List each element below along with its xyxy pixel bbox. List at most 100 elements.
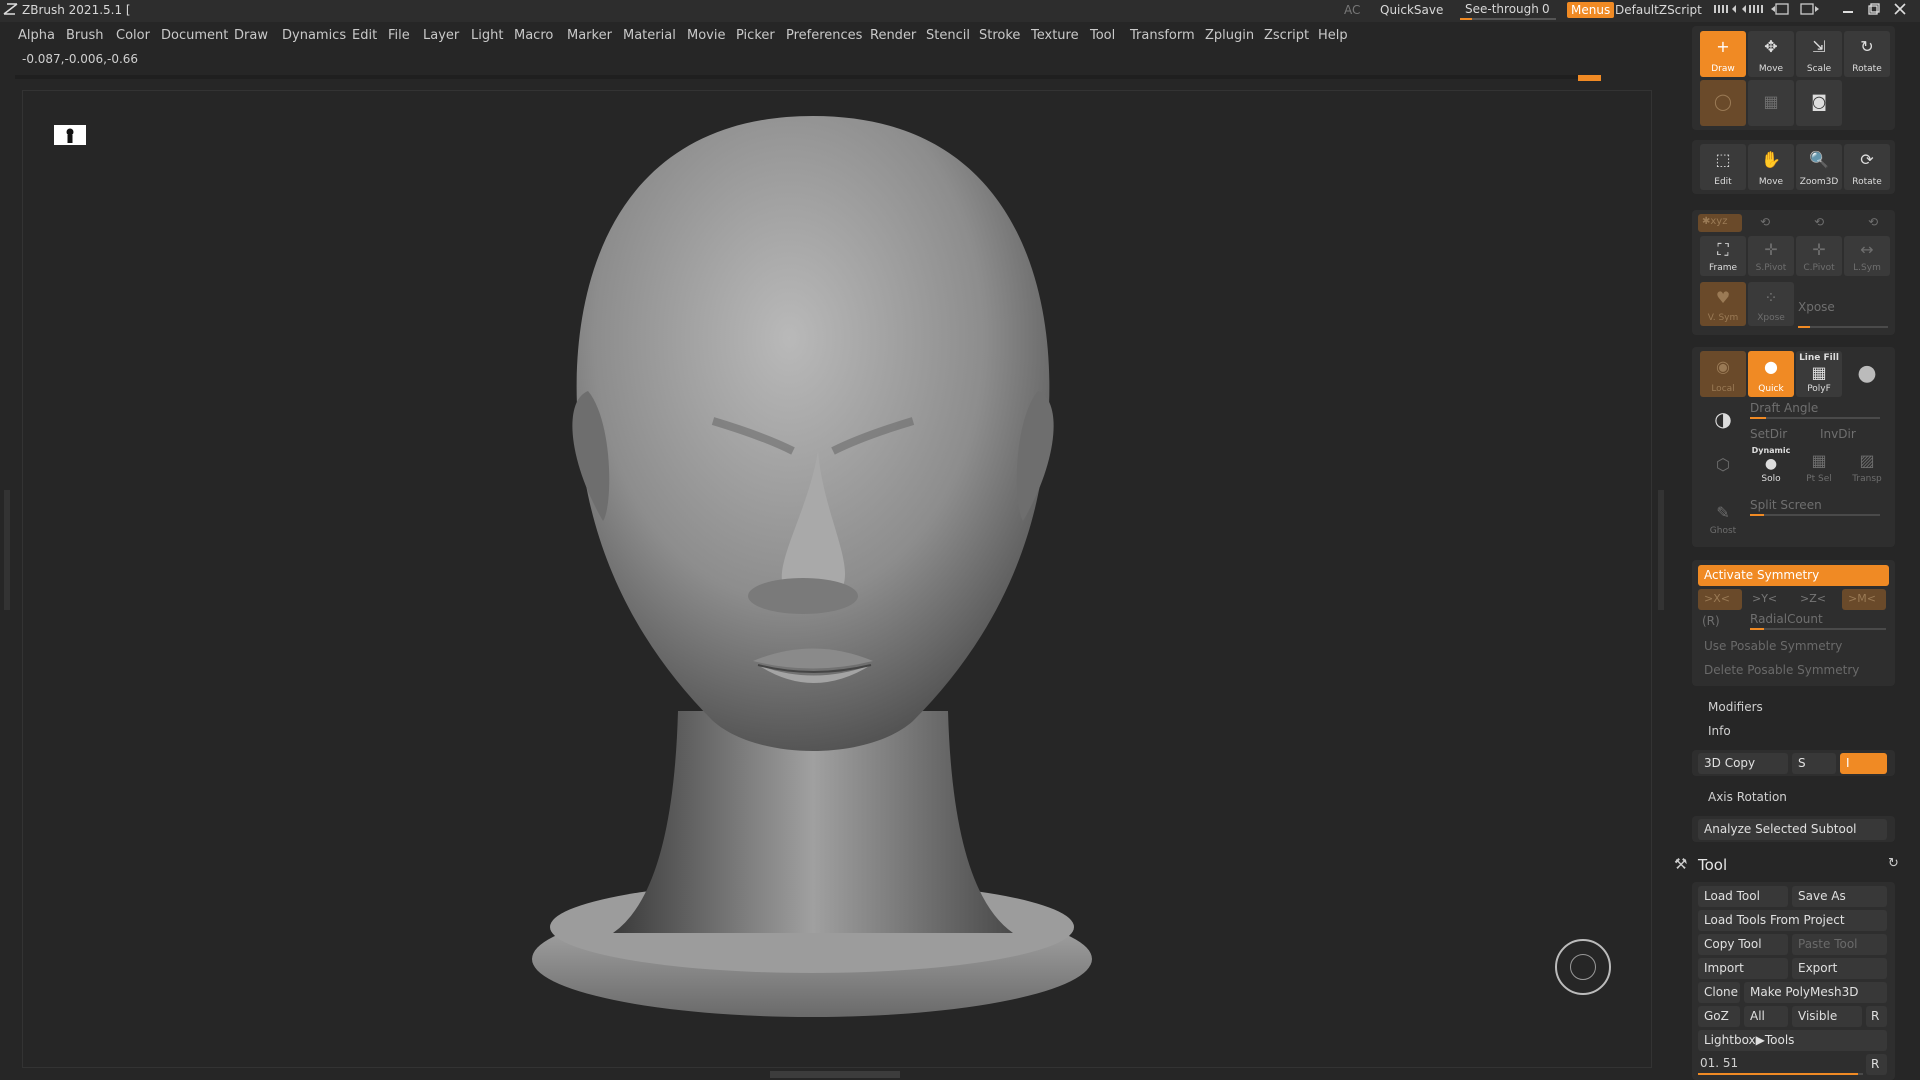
draw-mode-button[interactable]: + Draw — [1700, 31, 1746, 77]
refresh-icon[interactable]: ↻ — [1888, 856, 1899, 871]
head-model[interactable] — [23, 91, 1653, 1069]
xyz-rotation-toggle[interactable]: ✱xyz — [1698, 214, 1742, 232]
radial-r-toggle[interactable]: (R) — [1702, 614, 1720, 628]
menu-preferences[interactable]: Preferences — [786, 28, 862, 43]
menu-zscript[interactable]: Zscript — [1264, 28, 1309, 43]
material-preview-icon[interactable]: ● — [1844, 351, 1890, 397]
edit-button[interactable]: ⬚ Edit — [1700, 144, 1746, 190]
ghost-button[interactable]: ✎ Ghost — [1700, 497, 1746, 539]
frame-button[interactable]: ⛶ Frame — [1700, 236, 1746, 276]
goz-all-button[interactable]: All — [1744, 1006, 1788, 1027]
tool-slot-slider[interactable]: 01. 51 — [1698, 1054, 1863, 1075]
canvas-viewport[interactable] — [22, 90, 1652, 1068]
right-tray-handle[interactable] — [1658, 490, 1664, 610]
menu-render[interactable]: Render — [870, 28, 916, 43]
vsym-button[interactable]: ♥ V. Sym — [1700, 282, 1746, 326]
tool-slot-r-button[interactable]: R — [1866, 1054, 1887, 1075]
menu-color[interactable]: Color — [116, 28, 150, 43]
local-button[interactable]: ◉ Local — [1700, 351, 1746, 397]
clone-button[interactable]: Clone — [1698, 982, 1740, 1003]
copy3d-i-button[interactable]: I — [1840, 753, 1887, 774]
restore-icon[interactable] — [1868, 2, 1880, 16]
menu-zplugin[interactable]: Zplugin — [1205, 28, 1254, 43]
copy3d-button[interactable]: 3D Copy — [1698, 753, 1788, 774]
tool-palette-header[interactable]: ⚒ Tool ↻ — [1672, 852, 1920, 880]
free-rotation-icon[interactable]: ⟲ — [1868, 215, 1878, 229]
load-tools-from-project-button[interactable]: Load Tools From Project — [1698, 910, 1887, 931]
draft-angle-slider[interactable] — [1750, 417, 1880, 419]
scale-mode-button[interactable]: ⇲ Scale — [1796, 31, 1842, 77]
copy-tool-button[interactable]: Copy Tool — [1698, 934, 1788, 955]
symmetry-x-button[interactable]: >X< — [1698, 589, 1742, 610]
ui-layout-icon[interactable] — [1770, 2, 1792, 16]
ui-swap-icon[interactable] — [1798, 2, 1820, 16]
symmetry-y-button[interactable]: >Y< — [1746, 589, 1790, 610]
menu-edit[interactable]: Edit — [352, 28, 377, 43]
dynamic-solo-button[interactable]: Dynamic ● Solo — [1748, 445, 1794, 487]
rotate-mode-button[interactable]: ↻ Rotate — [1844, 31, 1890, 77]
load-tool-button[interactable]: Load Tool — [1698, 886, 1788, 907]
zoom3d-button[interactable]: 🔍 Zoom3D — [1796, 144, 1842, 190]
xpose-slider[interactable] — [1798, 326, 1888, 328]
radial-count-slider[interactable] — [1750, 628, 1886, 630]
paste-tool-button[interactable]: Paste Tool — [1792, 934, 1887, 955]
bottom-tray-handle[interactable] — [770, 1071, 900, 1078]
minimize-icon[interactable] — [1842, 2, 1854, 16]
menu-light[interactable]: Light — [471, 28, 503, 43]
copy3d-s-button[interactable]: S — [1792, 753, 1836, 774]
symmetry-m-button[interactable]: >M< — [1842, 589, 1886, 610]
y-rotation-icon[interactable]: ⟲ — [1760, 215, 1770, 229]
menu-texture[interactable]: Texture — [1031, 28, 1079, 43]
menu-brush[interactable]: Brush — [66, 28, 104, 43]
split-screen-slider[interactable] — [1750, 514, 1880, 516]
invdir-button[interactable]: InvDir — [1820, 427, 1856, 441]
menu-movie[interactable]: Movie — [687, 28, 725, 43]
quick-button[interactable]: ● Quick — [1748, 351, 1794, 397]
info-header[interactable]: Info — [1708, 724, 1731, 738]
export-button[interactable]: Export — [1792, 958, 1887, 979]
use-posable-symmetry-button[interactable]: Use Posable Symmetry — [1698, 636, 1889, 657]
menu-draw[interactable]: Draw — [234, 28, 268, 43]
timeline-track[interactable] — [15, 75, 1601, 81]
navigation-gizmo[interactable] — [1555, 939, 1611, 995]
goz-button[interactable]: GoZ — [1698, 1006, 1740, 1027]
menu-stencil[interactable]: Stencil — [926, 28, 970, 43]
persp-toggle-icon[interactable]: ◑ — [1700, 401, 1746, 435]
default-zscript-button[interactable]: DefaultZScript — [1615, 3, 1702, 17]
menu-dynamics[interactable]: Dynamics — [282, 28, 346, 43]
goz-visible-button[interactable]: Visible — [1792, 1006, 1862, 1027]
analyze-selected-subtool-button[interactable]: Analyze Selected Subtool — [1698, 819, 1887, 840]
setdir-button[interactable]: SetDir — [1750, 427, 1787, 441]
menu-marker[interactable]: Marker — [567, 28, 612, 43]
menu-stroke[interactable]: Stroke — [979, 28, 1020, 43]
menu-file[interactable]: File — [388, 28, 410, 43]
material-sphere-icon[interactable]: ◯ — [1700, 80, 1746, 126]
menu-layer[interactable]: Layer — [423, 28, 459, 43]
goz-r-button[interactable]: R — [1866, 1006, 1887, 1027]
see-through-slider[interactable]: See-through 0 — [1460, 1, 1556, 20]
polyframe-button[interactable]: Line Fill ▦ PolyF — [1796, 351, 1842, 397]
save-as-button[interactable]: Save As — [1792, 886, 1887, 907]
layout-right-icon[interactable] — [1740, 2, 1766, 16]
move-mode-button[interactable]: ✥ Move — [1748, 31, 1794, 77]
rotate-view-button[interactable]: ⟳ Rotate — [1844, 144, 1890, 190]
delete-posable-symmetry-button[interactable]: Delete Posable Symmetry — [1698, 660, 1889, 681]
menu-material[interactable]: Material — [623, 28, 676, 43]
timeline-marker[interactable] — [1578, 75, 1601, 81]
make-polymesh3d-button[interactable]: Make PolyMesh3D — [1744, 982, 1887, 1003]
lightbox-tools-button[interactable]: Lightbox▶Tools — [1698, 1030, 1887, 1051]
import-button[interactable]: Import — [1698, 958, 1788, 979]
snapshot-camera-icon[interactable]: ◙ — [1796, 80, 1842, 126]
menu-help[interactable]: Help — [1318, 28, 1348, 43]
menu-picker[interactable]: Picker — [736, 28, 775, 43]
quicksave-button[interactable]: QuickSave — [1380, 3, 1443, 17]
menu-macro[interactable]: Macro — [514, 28, 553, 43]
z-rotation-icon[interactable]: ⟲ — [1814, 215, 1824, 229]
menu-alpha[interactable]: Alpha — [18, 28, 55, 43]
move-view-button[interactable]: ✋ Move — [1748, 144, 1794, 190]
axis-rotation-header[interactable]: Axis Rotation — [1708, 790, 1787, 804]
menus-toggle[interactable]: Menus — [1567, 2, 1615, 18]
menu-document[interactable]: Document — [161, 28, 228, 43]
modifiers-header[interactable]: Modifiers — [1708, 700, 1763, 714]
menu-transform[interactable]: Transform — [1130, 28, 1195, 43]
